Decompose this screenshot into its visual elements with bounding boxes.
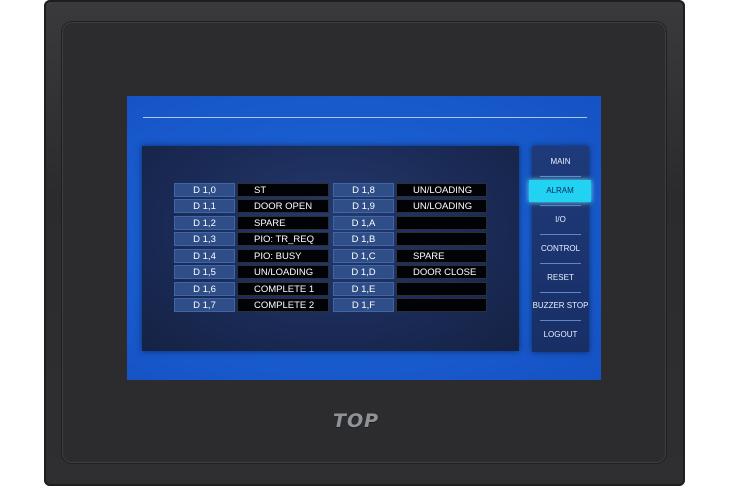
addr-cell: D 1,E — [333, 282, 394, 296]
io-status-panel: D 1,0 ST D 1,1 DOOR OPEN D 1,2 SPARE D 1… — [142, 146, 519, 351]
addr-cell: D 1,B — [333, 232, 394, 246]
addr-cell: D 1,D — [333, 265, 394, 279]
value-cell — [396, 216, 487, 230]
addr-cell: D 1,2 — [174, 216, 235, 230]
value-cell: PIO: TR_REQ — [237, 232, 329, 246]
value-cell: SPARE — [237, 216, 329, 230]
addr-cell: D 1,9 — [333, 199, 394, 213]
value-cell: UN/LOADING — [396, 183, 487, 197]
menu-divider — [540, 320, 581, 321]
value-cell — [396, 298, 487, 312]
menu-buzzer-stop-button[interactable]: BUZZER STOP — [532, 295, 589, 317]
menu-alram-button[interactable]: ALRAM — [529, 180, 591, 202]
addr-cell: D 1,F — [333, 298, 394, 312]
menu-divider — [540, 176, 581, 177]
addr-cell: D 1,1 — [174, 199, 235, 213]
addr-cell: D 1,0 — [174, 183, 235, 197]
addr-cell: D 1,A — [333, 216, 394, 230]
value-cell — [396, 282, 487, 296]
value-cell: ST — [237, 183, 329, 197]
value-cell: UN/LOADING — [396, 199, 487, 213]
menu-divider — [540, 292, 581, 293]
menu-io-button[interactable]: I/O — [532, 209, 589, 231]
value-cell: UN/LOADING — [237, 265, 329, 279]
header-divider — [143, 117, 587, 118]
menu-reset-button[interactable]: RESET — [532, 267, 589, 289]
value-cell — [396, 232, 487, 246]
value-cell: DOOR OPEN — [237, 199, 329, 213]
hmi-screen: D 1,0 ST D 1,1 DOOR OPEN D 1,2 SPARE D 1… — [127, 96, 601, 380]
addr-cell: D 1,4 — [174, 249, 235, 263]
addr-cell: D 1,C — [333, 249, 394, 263]
value-cell: DOOR CLOSE — [396, 265, 487, 279]
menu-main-button[interactable]: MAIN — [532, 151, 589, 173]
top-brand-logo: TOP — [333, 410, 380, 432]
addr-cell: D 1,5 — [174, 265, 235, 279]
menu-divider — [540, 263, 581, 264]
addr-cell: D 1,3 — [174, 232, 235, 246]
value-cell: SPARE — [396, 249, 487, 263]
menu-divider — [540, 205, 581, 206]
value-cell: COMPLETE 1 — [237, 282, 329, 296]
menu-control-button[interactable]: CONTROL — [532, 238, 589, 260]
side-menu: MAIN ALRAM I/O CONTROL RESET BUZZER STOP… — [529, 146, 591, 352]
menu-divider — [540, 234, 581, 235]
addr-cell: D 1,7 — [174, 298, 235, 312]
addr-cell: D 1,6 — [174, 282, 235, 296]
addr-cell: D 1,8 — [333, 183, 394, 197]
value-cell: PIO: BUSY — [237, 249, 329, 263]
value-cell: COMPLETE 2 — [237, 298, 329, 312]
menu-logout-button[interactable]: LOGOUT — [532, 324, 589, 346]
